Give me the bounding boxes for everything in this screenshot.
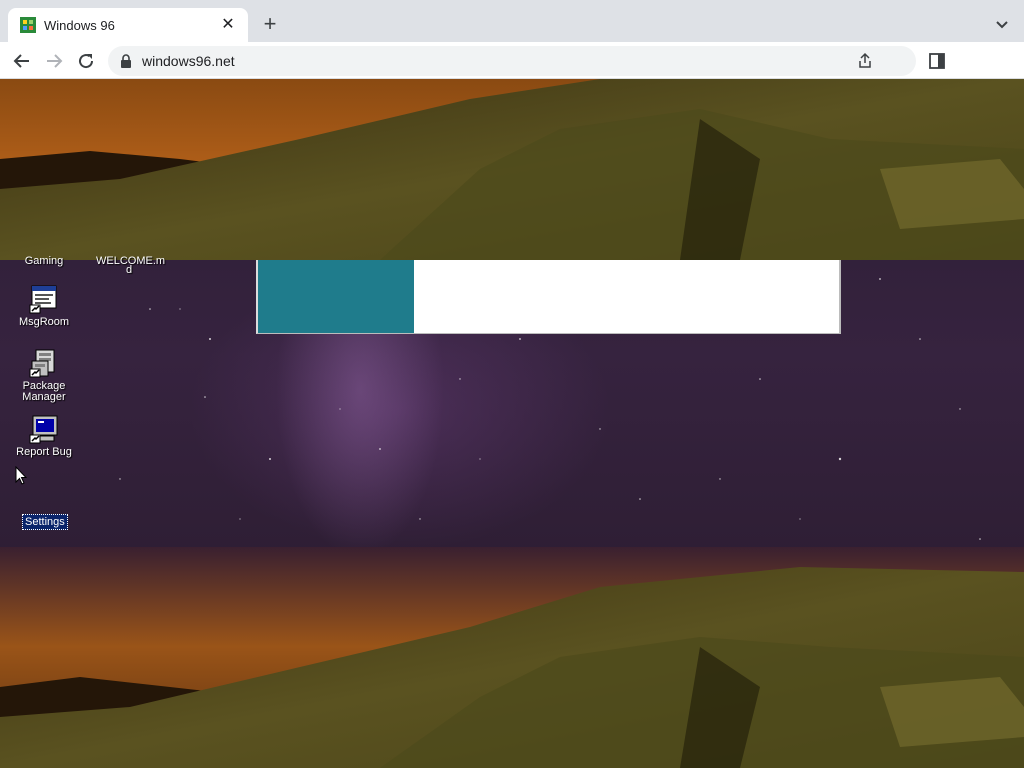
- close-icon[interactable]: ✕: [218, 15, 238, 35]
- package-manager-label: Package Manager: [22, 380, 66, 403]
- landscape-top: [0, 79, 1024, 260]
- share-icon[interactable]: [856, 52, 874, 70]
- desktop[interactable]: Gaming WELCOME.m d MsgRoom Package Manag: [0, 79, 1024, 768]
- back-icon[interactable]: [10, 49, 34, 73]
- plus-icon[interactable]: +: [258, 12, 282, 36]
- window-side-panel: [258, 260, 414, 333]
- browser-tab[interactable]: Windows 96 ✕: [8, 8, 248, 42]
- tab-title: Windows 96: [44, 17, 115, 33]
- tab-strip: Windows 96 ✕ +: [0, 0, 1024, 42]
- chevron-down-icon[interactable]: [992, 14, 1012, 34]
- windows96-favicon-icon: [20, 17, 36, 33]
- address-bar[interactable]: windows96.net: [108, 46, 916, 76]
- lock-icon[interactable]: [120, 54, 132, 68]
- msgroom-desktop-icon[interactable]: MsgRoom: [9, 283, 79, 328]
- url-text[interactable]: windows96.net: [142, 53, 856, 69]
- welcome-file-label[interactable]: WELCOME.m d: [96, 256, 165, 276]
- landscape-bottom: [0, 547, 1024, 768]
- settings-desktop-icon[interactable]: Settings: [22, 514, 68, 530]
- reload-icon[interactable]: [74, 49, 98, 73]
- forward-icon[interactable]: [42, 49, 66, 73]
- msgroom-label: MsgRoom: [18, 316, 70, 328]
- browser-toolbar: windows96.net: [0, 42, 1024, 79]
- welcome-label-line2: d: [125, 264, 133, 276]
- mouse-cursor-icon: [15, 466, 27, 485]
- gaming-label-text: Gaming: [24, 255, 64, 267]
- gaming-icon-label[interactable]: Gaming: [18, 255, 70, 267]
- package-manager-desktop-icon[interactable]: Package Manager: [9, 347, 79, 403]
- msgroom-icon: [29, 285, 57, 314]
- report-bug-desktop-icon[interactable]: Report Bug: [9, 413, 79, 458]
- report-bug-icon: [29, 415, 58, 444]
- app-window[interactable]: [256, 260, 841, 334]
- side-panel-icon[interactable]: [928, 52, 946, 70]
- package-manager-icon: [29, 349, 55, 378]
- report-bug-label: Report Bug: [16, 446, 72, 458]
